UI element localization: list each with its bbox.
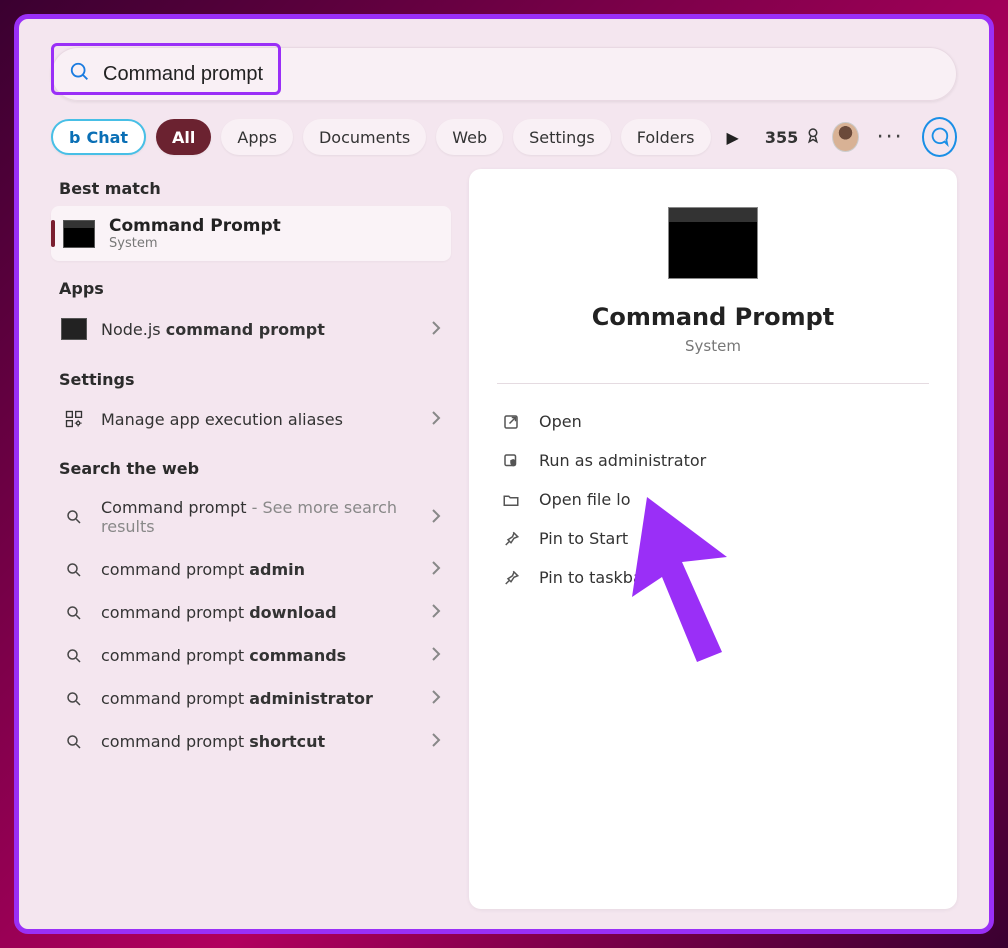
chevron-right-icon — [431, 508, 441, 527]
action-pin-taskbar[interactable]: Pin to taskbar — [497, 558, 929, 597]
bing-b-icon: b — [69, 128, 80, 147]
search-icon — [61, 604, 87, 622]
medal-icon — [804, 126, 822, 148]
search-icon — [61, 690, 87, 708]
user-avatar[interactable] — [832, 122, 858, 152]
chevron-right-icon — [431, 603, 441, 622]
chat-pill-label: Chat — [86, 128, 128, 147]
search-icon — [61, 733, 87, 751]
action-open-label: Open — [539, 412, 582, 431]
action-open-location-label: Open file lo — [539, 490, 631, 509]
chevron-right-icon — [431, 646, 441, 665]
settings-heading: Settings — [59, 370, 443, 389]
web-result-5[interactable]: command prompt administrator — [51, 677, 451, 720]
rewards-count[interactable]: 355 — [765, 126, 822, 148]
apps-heading: Apps — [59, 279, 443, 298]
web-result-4-label: command prompt commands — [101, 646, 417, 665]
web-result-3[interactable]: command prompt download — [51, 591, 451, 634]
web-result-3-label: command prompt download — [101, 603, 417, 622]
settings-result-label: Manage app execution aliases — [101, 410, 417, 429]
action-open[interactable]: Open — [497, 402, 929, 441]
search-icon — [61, 647, 87, 665]
filter-folders[interactable]: Folders — [621, 119, 711, 155]
filter-settings[interactable]: Settings — [513, 119, 611, 155]
web-heading: Search the web — [59, 459, 443, 478]
open-icon — [501, 413, 521, 431]
search-bar[interactable] — [51, 47, 957, 101]
chevron-right-icon — [431, 732, 441, 751]
shield-icon — [501, 452, 521, 470]
action-run-admin[interactable]: Run as administrator — [497, 441, 929, 480]
details-subtitle: System — [497, 337, 929, 355]
best-match-title: Command Prompt — [109, 216, 281, 236]
filter-settings-label: Settings — [529, 128, 595, 147]
search-icon — [69, 61, 91, 87]
bing-chat-button[interactable] — [922, 117, 957, 157]
web-result-6-label: command prompt shortcut — [101, 732, 417, 751]
filter-folders-label: Folders — [637, 128, 695, 147]
action-pin-start[interactable]: Pin to Start — [497, 519, 929, 558]
command-prompt-hero-icon — [668, 207, 758, 279]
best-match-result[interactable]: Command Prompt System — [51, 206, 451, 261]
web-result-1[interactable]: Command prompt - See more search results — [51, 486, 451, 548]
filter-documents[interactable]: Documents — [303, 119, 426, 155]
rewards-number: 355 — [765, 128, 798, 147]
filter-web-label: Web — [452, 128, 487, 147]
best-match-subtitle: System — [109, 236, 281, 251]
apps-result-label: Node.js command prompt — [101, 320, 417, 339]
action-open-location[interactable]: Open file lo — [497, 480, 929, 519]
command-prompt-icon — [63, 220, 95, 248]
filter-row: b Chat All Apps Documents Web Settings F… — [51, 117, 957, 157]
search-icon — [61, 561, 87, 579]
filter-apps-label: Apps — [237, 128, 277, 147]
action-run-admin-label: Run as administrator — [539, 451, 706, 470]
overflow-menu-icon[interactable]: ··· — [869, 125, 912, 150]
web-result-5-label: command prompt administrator — [101, 689, 417, 708]
chevron-right-icon — [431, 560, 441, 579]
chevron-right-icon — [431, 410, 441, 429]
web-result-6[interactable]: command prompt shortcut — [51, 720, 451, 763]
best-match-heading: Best match — [59, 179, 443, 198]
pin-icon — [501, 569, 521, 587]
filter-all-label: All — [172, 128, 195, 147]
pin-icon — [501, 530, 521, 548]
web-result-4[interactable]: command prompt commands — [51, 634, 451, 677]
filter-all[interactable]: All — [156, 119, 211, 155]
search-icon — [61, 508, 87, 526]
action-pin-taskbar-label: Pin to taskbar — [539, 568, 649, 587]
web-result-2[interactable]: command prompt admin — [51, 548, 451, 591]
chat-pill[interactable]: b Chat — [51, 119, 146, 155]
details-panel: Command Prompt System Open Run as admini… — [469, 169, 957, 909]
nodejs-cmd-icon — [61, 318, 87, 340]
apps-result-nodejs[interactable]: Node.js command prompt — [51, 306, 451, 352]
web-result-1-label: Command prompt - See more search results — [101, 498, 417, 536]
results-column: Best match Command Prompt System Apps No… — [51, 169, 451, 909]
action-pin-start-label: Pin to Start — [539, 529, 628, 548]
filter-web[interactable]: Web — [436, 119, 503, 155]
filter-apps[interactable]: Apps — [221, 119, 293, 155]
chevron-right-icon — [431, 320, 441, 339]
search-input[interactable] — [103, 63, 939, 86]
app-aliases-icon — [61, 409, 87, 429]
settings-result-aliases[interactable]: Manage app execution aliases — [51, 397, 451, 441]
chevron-right-icon — [431, 689, 441, 708]
folder-icon — [501, 491, 521, 509]
web-result-2-label: command prompt admin — [101, 560, 417, 579]
details-title: Command Prompt — [497, 303, 929, 331]
filter-documents-label: Documents — [319, 128, 410, 147]
more-filters-arrow-icon[interactable]: ▶ — [721, 128, 745, 147]
divider — [497, 383, 929, 384]
